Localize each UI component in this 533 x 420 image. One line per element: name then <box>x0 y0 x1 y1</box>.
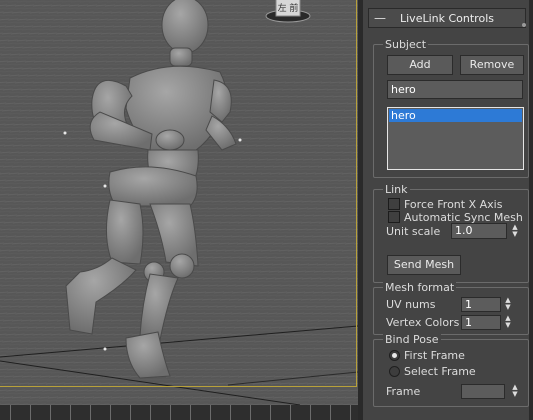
3d-viewport[interactable]: 左 前 <box>0 0 358 405</box>
vertex-colors-label: Vertex Colors <box>386 316 460 329</box>
first-frame-radio[interactable] <box>389 350 400 361</box>
frame-label: Frame <box>386 385 421 398</box>
auto-sync-checkbox[interactable] <box>388 211 400 223</box>
subject-group-label: Subject <box>383 38 429 51</box>
link-group-label: Link <box>383 183 410 196</box>
subject-list-item[interactable]: hero <box>389 109 522 122</box>
subject-name-input[interactable]: hero <box>387 80 523 99</box>
uv-nums-input[interactable]: 1 <box>461 297 501 312</box>
first-frame-label: First Frame <box>404 349 465 362</box>
unit-scale-input[interactable]: 1.0 <box>451 223 507 239</box>
rollout-pin-icon <box>522 23 526 27</box>
select-frame-radio[interactable] <box>389 366 400 377</box>
frame-spinner-icon[interactable]: ▲ ▼ <box>510 384 520 399</box>
vertex-colors-input[interactable]: 1 <box>461 315 501 330</box>
force-front-x-label: Force Front X Axis <box>404 198 503 211</box>
subject-list[interactable]: hero <box>387 107 524 170</box>
force-front-x-checkbox[interactable] <box>388 198 400 210</box>
rollout-header[interactable]: — LiveLink Controls <box>368 8 526 28</box>
uv-nums-spinner-icon[interactable]: ▲ ▼ <box>503 297 513 312</box>
remove-button[interactable]: Remove <box>460 55 524 75</box>
bind-pose-group-label: Bind Pose <box>383 333 441 346</box>
active-viewport-border <box>0 0 357 387</box>
frame-input[interactable] <box>461 384 505 399</box>
rollout-title: LiveLink Controls <box>400 12 494 25</box>
vertex-colors-spinner-icon[interactable]: ▲ ▼ <box>503 315 513 330</box>
mesh-format-group-label: Mesh format <box>383 281 457 294</box>
timeline-bar[interactable] <box>0 405 358 420</box>
add-button[interactable]: Add <box>387 55 453 75</box>
select-frame-label: Select Frame <box>404 365 476 378</box>
uv-nums-label: UV nums <box>386 298 436 311</box>
send-mesh-button[interactable]: Send Mesh <box>387 255 461 275</box>
livelink-panel: — LiveLink Controls Subject Add Remove h… <box>363 0 533 420</box>
unit-scale-spinner-icon[interactable]: ▲ ▼ <box>510 224 520 239</box>
panel-scrollbar[interactable] <box>529 0 533 420</box>
unit-scale-label: Unit scale <box>386 225 441 238</box>
